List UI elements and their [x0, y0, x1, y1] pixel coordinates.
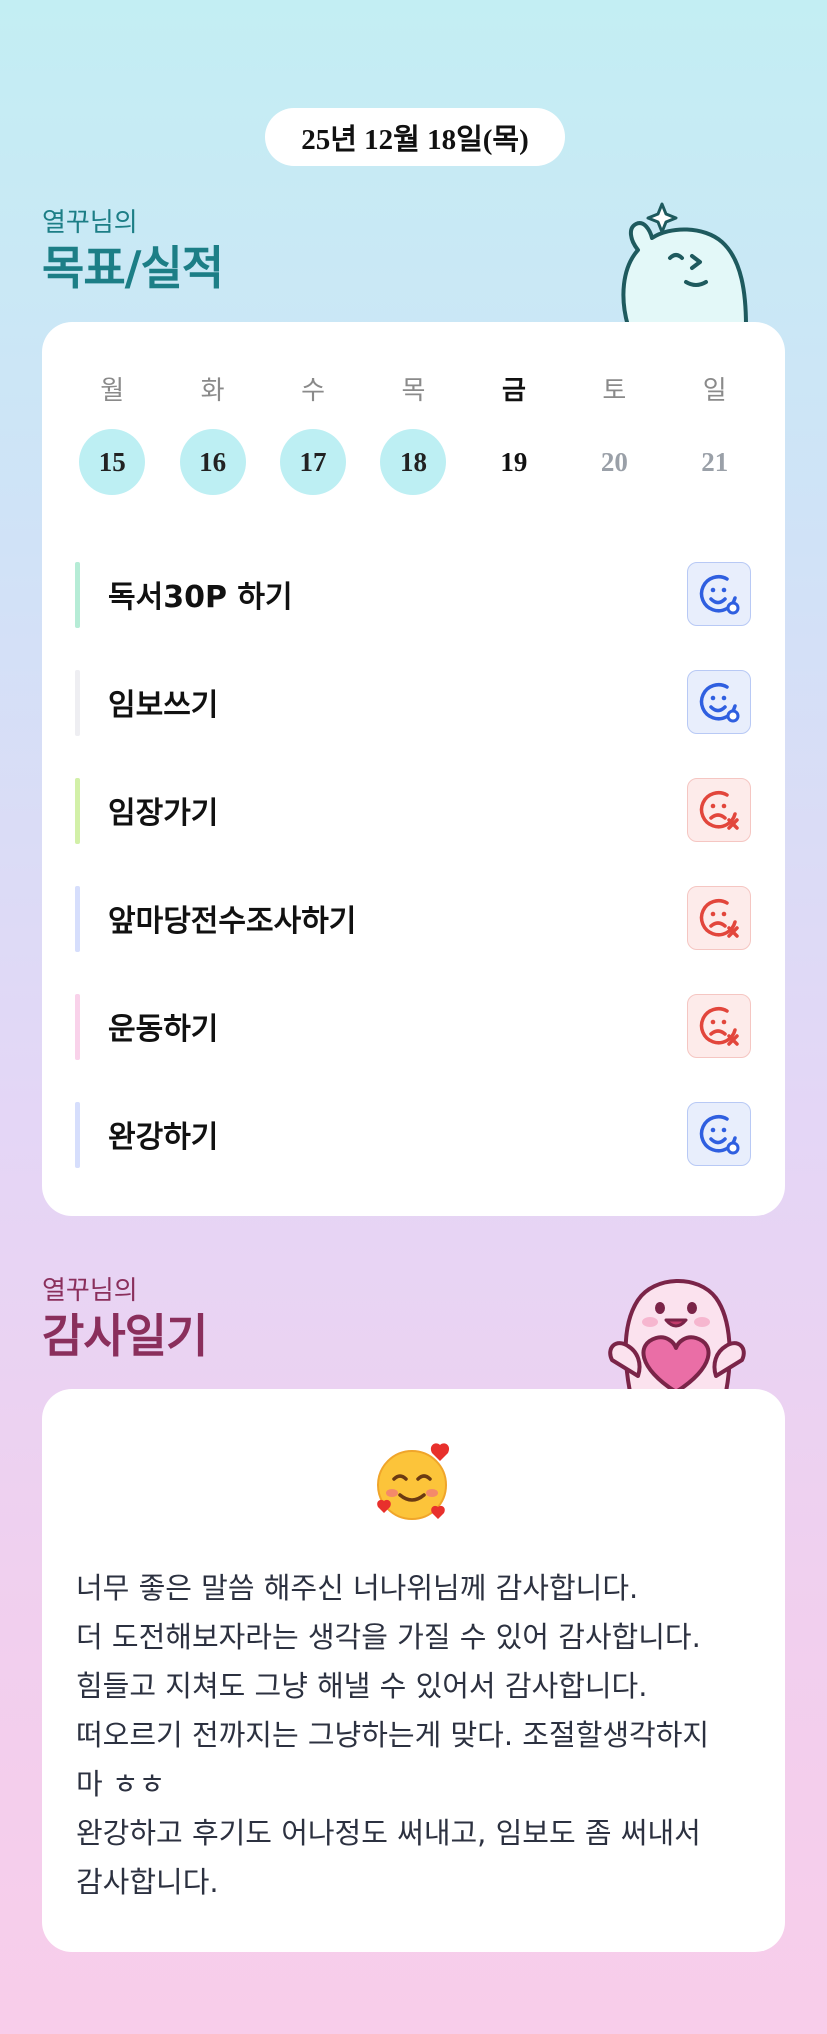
- day-18[interactable]: 18: [380, 429, 447, 495]
- goal-status-success[interactable]: [687, 562, 751, 626]
- goal-item[interactable]: 앞마당전수조사하기: [42, 864, 785, 972]
- gratitude-line: 더 도전해보자라는 생각을 가질 수 있어 감사합니다.: [76, 1620, 701, 1654]
- day-selector: 15 16 17 18 19 20 21: [62, 429, 765, 495]
- day-17[interactable]: 17: [280, 429, 347, 495]
- goal-list: 독서30P 하기 임보쓰기 임장가기 앞마당전수조사하기 운동하기 완강하기: [42, 540, 785, 1188]
- weekday-sun: 일: [702, 376, 727, 406]
- goal-label: 임보쓰기: [108, 688, 219, 723]
- mascot-cheer-icon: [621, 202, 748, 326]
- gratitude-line: 완강하고 후기도 어나정도 써내고, 임보도 좀 써내서: [76, 1816, 701, 1850]
- goal-status-fail[interactable]: [687, 886, 751, 950]
- gratitude-text: 너무 좋은 말씀 해주신 너나위님께 감사합니다. 더 도전해보자라는 생각을 …: [76, 1564, 756, 1907]
- goals-title: 목표/실적: [42, 241, 224, 295]
- goal-item[interactable]: 완강하기: [42, 1080, 785, 1188]
- date-label: 25년 12월 18일(목): [265, 108, 565, 166]
- weekday-thu: 목: [401, 376, 426, 406]
- goal-color-bar: [75, 1102, 80, 1168]
- weekday-tue: 화: [200, 376, 225, 406]
- smile-o-icon: [699, 575, 740, 615]
- day-20[interactable]: 20: [581, 429, 647, 495]
- goal-color-bar: [75, 778, 80, 844]
- gratitude-title: 감사일기: [42, 1309, 208, 1363]
- smiling-face-with-hearts-icon: [377, 1443, 450, 1520]
- gratitude-line: 너무 좋은 말씀 해주신 너나위님께 감사합니다.: [76, 1571, 639, 1605]
- goal-label: 운동하기: [108, 1012, 219, 1047]
- goal-status-fail[interactable]: [687, 778, 751, 842]
- day-21[interactable]: 21: [682, 429, 748, 495]
- gratitude-line: 힘들고 지쳐도 그냥 해낼 수 있어서 감사합니다.: [76, 1669, 648, 1703]
- goal-color-bar: [75, 670, 80, 736]
- day-19[interactable]: 19: [481, 429, 547, 495]
- gratitude-line: 마 ㅎㅎ: [76, 1767, 166, 1801]
- weekday-wed: 수: [301, 376, 326, 406]
- goal-status-success[interactable]: [687, 1102, 751, 1166]
- smile-o-icon: [699, 1115, 740, 1155]
- goals-card: 월 화 수 목 금 토 일 15 16 17 18 19 20 21 독서30P…: [42, 322, 785, 1216]
- goal-item[interactable]: 임보쓰기: [42, 648, 785, 756]
- gratitude-line: 감사합니다.: [76, 1865, 219, 1899]
- goal-item[interactable]: 운동하기: [42, 972, 785, 1080]
- day-15[interactable]: 15: [79, 429, 146, 495]
- smile-o-icon: [699, 683, 740, 723]
- goal-item[interactable]: 임장가기: [42, 756, 785, 864]
- weekday-sat: 토: [602, 376, 627, 406]
- goal-item[interactable]: 독서30P 하기: [42, 540, 785, 648]
- goal-color-bar: [75, 886, 80, 952]
- goal-status-success[interactable]: [687, 670, 751, 734]
- goal-label: 임장가기: [108, 796, 219, 831]
- gratitude-card: 너무 좋은 말씀 해주신 너나위님께 감사합니다. 더 도전해보자라는 생각을 …: [42, 1389, 785, 1952]
- goal-status-fail[interactable]: [687, 994, 751, 1058]
- goal-label: 독서30P 하기: [108, 580, 293, 615]
- gratitude-line: 떠오르기 전까지는 그냥하는게 맞다. 조절할생각하지: [76, 1718, 710, 1752]
- day-16[interactable]: 16: [179, 429, 246, 495]
- goal-label: 앞마당전수조사하기: [108, 904, 357, 939]
- weekday-mon: 월: [100, 376, 125, 406]
- weekday-header: 월 화 수 목 금 토 일: [62, 370, 765, 407]
- sad-x-icon: [699, 1007, 739, 1046]
- sad-x-icon: [699, 791, 739, 830]
- goal-color-bar: [75, 562, 80, 628]
- goal-color-bar: [75, 994, 80, 1060]
- weekday-fri: 금: [501, 376, 526, 406]
- sad-x-icon: [699, 899, 739, 938]
- goal-label: 완강하기: [108, 1120, 219, 1155]
- mascot-heart-icon: [608, 1279, 746, 1392]
